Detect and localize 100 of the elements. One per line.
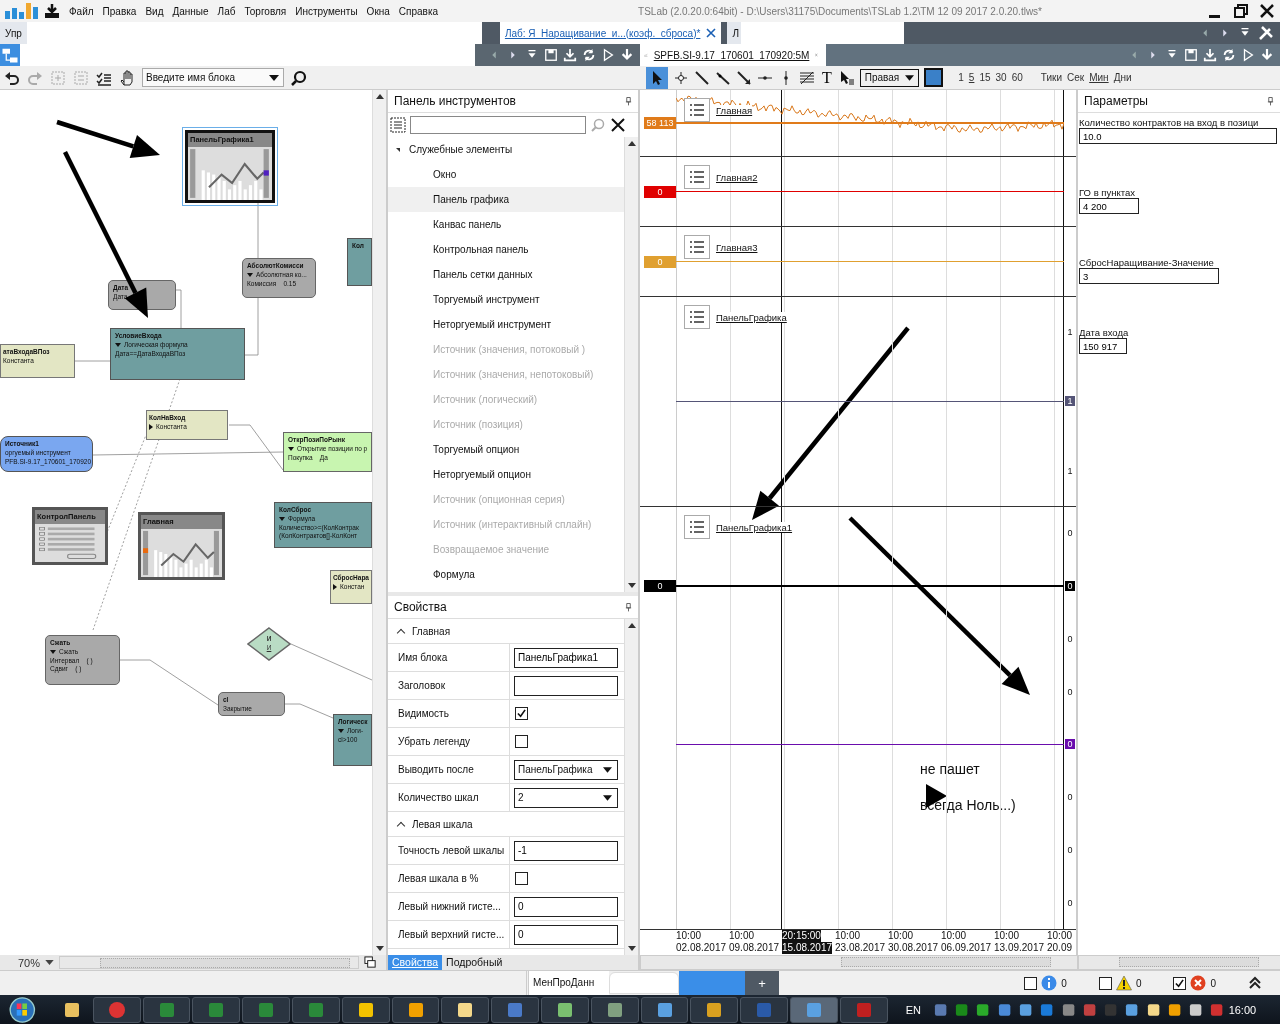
section-header[interactable]: Главная bbox=[388, 619, 624, 644]
language-indicator[interactable]: EN bbox=[905, 1003, 921, 1016]
dropdown[interactable]: 2 bbox=[514, 787, 618, 808]
timeframe-unit[interactable]: Дни bbox=[1113, 72, 1132, 83]
document-tab[interactable]: Лаб: Я_Наращивание_и...(коэф._сброса)* bbox=[499, 22, 722, 44]
undo-icon[interactable] bbox=[4, 69, 20, 86]
pin-icon[interactable] bbox=[1267, 96, 1274, 106]
checkbox[interactable] bbox=[515, 872, 528, 885]
refresh-icon[interactable] bbox=[582, 48, 596, 62]
close-icon[interactable] bbox=[610, 117, 626, 133]
segment-tool-icon[interactable] bbox=[736, 69, 752, 86]
menu-item[interactable]: Файл bbox=[69, 5, 94, 17]
import-icon[interactable] bbox=[620, 48, 634, 62]
play-icon[interactable] bbox=[1241, 48, 1255, 62]
taskbar-button[interactable] bbox=[690, 996, 739, 1023]
panel-layout-icon[interactable] bbox=[364, 956, 378, 969]
maximize-icon[interactable] bbox=[1233, 3, 1249, 19]
menu-item[interactable]: Справка bbox=[398, 5, 439, 17]
toolbox-item[interactable]: Неторгуемый инструмент bbox=[388, 312, 624, 337]
legend-icon[interactable] bbox=[684, 515, 710, 539]
menu-item[interactable]: Инструменты bbox=[295, 5, 358, 17]
add-tab-button[interactable]: + bbox=[745, 971, 779, 995]
scale-dropdown[interactable]: Правая bbox=[859, 68, 920, 87]
group-header[interactable]: Служебные элементы bbox=[388, 137, 624, 162]
menu-item[interactable]: Вид bbox=[145, 5, 164, 17]
checkbox[interactable] bbox=[515, 707, 528, 720]
checkbox[interactable] bbox=[515, 735, 528, 748]
parameter-field[interactable]: 10.0 bbox=[1079, 128, 1277, 144]
text-field[interactable]: ПанельГрафика1 bbox=[514, 647, 618, 668]
period-option[interactable]: 60 bbox=[1011, 72, 1023, 83]
toolbox-item[interactable]: Окно bbox=[388, 162, 624, 187]
period-option[interactable]: 5 bbox=[968, 72, 975, 83]
save-icon[interactable] bbox=[544, 48, 558, 62]
parameter-field[interactable]: 3 bbox=[1079, 268, 1219, 284]
document-tab[interactable]: Упр bbox=[0, 22, 27, 44]
timeframe-unit[interactable]: Сек bbox=[1067, 72, 1085, 83]
taskbar-button[interactable] bbox=[341, 996, 390, 1023]
period-option[interactable]: 30 bbox=[995, 72, 1007, 83]
menu-item[interactable]: Окна bbox=[366, 5, 390, 17]
download-icon[interactable] bbox=[44, 3, 60, 19]
legend-icon[interactable] bbox=[684, 165, 710, 189]
horizontal-scrollbar[interactable] bbox=[640, 955, 1078, 970]
select-icon[interactable] bbox=[838, 69, 855, 86]
line-tool-icon[interactable] bbox=[694, 69, 710, 86]
diagram-canvas[interactable] bbox=[0, 90, 372, 955]
timeframe-unit[interactable]: Мин bbox=[1089, 72, 1109, 83]
horizontal-scrollbar[interactable] bbox=[1078, 955, 1280, 970]
toolbox-item[interactable]: Контрольная панель bbox=[388, 237, 624, 262]
vertical-scrollbar[interactable] bbox=[624, 619, 638, 955]
menu-item[interactable]: Данные bbox=[172, 5, 209, 17]
legend-label[interactable]: Главная2 bbox=[716, 171, 758, 183]
menu-item[interactable]: Лаб bbox=[217, 5, 236, 17]
fibonacci-icon[interactable] bbox=[799, 69, 815, 86]
toolbox-item[interactable]: Панель сетки данных bbox=[388, 262, 624, 287]
parameter-field[interactable]: 4 200 bbox=[1079, 198, 1139, 214]
vertical-scrollbar[interactable] bbox=[624, 137, 638, 592]
crosshair-icon[interactable] bbox=[673, 69, 689, 86]
taskbar-button[interactable] bbox=[441, 996, 490, 1023]
document-tab[interactable]: Л bbox=[727, 22, 741, 44]
text-field[interactable]: -1 bbox=[514, 840, 618, 861]
legend-label[interactable]: Главная bbox=[716, 104, 753, 116]
tray-icon[interactable] bbox=[1145, 1001, 1161, 1018]
text-tool-button[interactable]: T bbox=[820, 69, 834, 86]
parameter-field[interactable]: 150 917 bbox=[1079, 338, 1127, 354]
legend-label[interactable]: ПанельГрафика bbox=[716, 311, 787, 323]
taskbar-button[interactable] bbox=[590, 996, 639, 1023]
ray-tool-icon[interactable] bbox=[715, 69, 731, 86]
toolbox-item[interactable]: Торгуемый инструмент bbox=[388, 287, 624, 312]
pin-icon[interactable] bbox=[625, 96, 632, 106]
vertical-scrollbar[interactable] bbox=[372, 90, 386, 955]
bottom-tab[interactable]: МенПроДанн bbox=[529, 971, 609, 995]
pin-icon[interactable] bbox=[625, 602, 632, 612]
toolbox-item[interactable]: Неторгуемый опцион bbox=[388, 462, 624, 487]
expand-icon[interactable] bbox=[1248, 976, 1262, 990]
chart-tab[interactable]: SPFB.SI-9.17_170601_170920:5M bbox=[640, 44, 826, 66]
tray-icon[interactable] bbox=[975, 1001, 991, 1018]
toolbox-item[interactable]: Панель графика bbox=[388, 187, 624, 212]
hand-icon[interactable] bbox=[119, 69, 135, 86]
toolbox-item[interactable]: Канвас панель bbox=[388, 212, 624, 237]
tray-icon[interactable] bbox=[1188, 1001, 1204, 1018]
pointer-icon[interactable] bbox=[646, 66, 668, 89]
period-option[interactable]: 1 bbox=[958, 72, 964, 83]
toolbox-item[interactable]: Формула bbox=[388, 562, 624, 587]
taskbar-button[interactable] bbox=[790, 996, 838, 1023]
dropdown[interactable]: ПанельГрафика bbox=[514, 759, 618, 780]
checkbox[interactable] bbox=[1098, 976, 1112, 990]
text-field[interactable]: 0 bbox=[514, 896, 618, 917]
legend-icon[interactable] bbox=[684, 305, 710, 329]
save-icon[interactable] bbox=[1184, 48, 1198, 62]
toolbox-search-field[interactable] bbox=[410, 116, 586, 134]
legend-icon[interactable] bbox=[684, 98, 710, 122]
start-button[interactable] bbox=[8, 995, 37, 1024]
import-icon[interactable] bbox=[1260, 48, 1274, 62]
text-field[interactable]: 0 bbox=[514, 924, 618, 945]
timeframe-unit[interactable]: Тики bbox=[1040, 72, 1062, 83]
toolbox-item[interactable]: Торгуемый опцион bbox=[388, 437, 624, 462]
caret-icon[interactable] bbox=[45, 960, 55, 965]
refresh-icon[interactable] bbox=[1222, 48, 1236, 62]
text-field[interactable] bbox=[514, 675, 618, 696]
legend-label[interactable]: ПанельГрафика1 bbox=[716, 521, 793, 533]
